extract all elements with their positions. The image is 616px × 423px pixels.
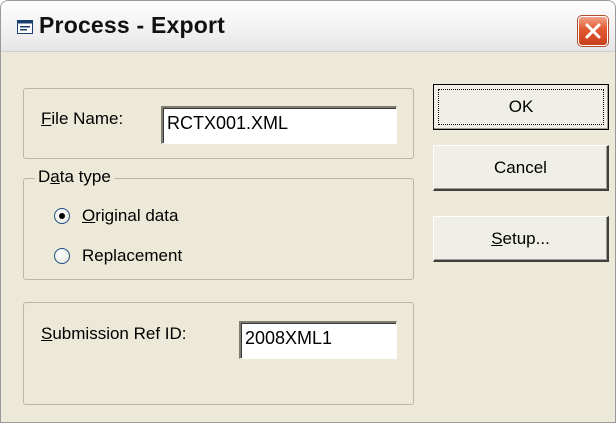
submission-ref-label: Submission Ref ID: — [41, 324, 187, 343]
window-title: Process - Export — [39, 12, 225, 38]
file-name-input[interactable]: RCTX001.XML — [161, 106, 397, 144]
submission-ref-input[interactable]: 2008XML1 — [239, 321, 397, 359]
close-button[interactable] — [578, 16, 608, 46]
original-data-label[interactable]: Original data — [82, 206, 178, 226]
replacement-radio[interactable] — [54, 248, 70, 264]
replacement-label[interactable]: Replacement — [82, 246, 182, 266]
process-export-dialog: Process - Export File Name: RCTX001.XML … — [0, 0, 616, 423]
title-bar[interactable]: Process - Export — [1, 1, 615, 52]
setup-button[interactable]: Setup... — [433, 216, 609, 262]
dialog-window-icon — [17, 20, 33, 34]
original-data-radio[interactable] — [54, 208, 70, 224]
ok-button[interactable]: OK — [433, 84, 609, 130]
cancel-button[interactable]: Cancel — [433, 145, 609, 191]
radio-selected-dot — [59, 213, 65, 219]
file-name-label: File Name: — [41, 109, 124, 128]
close-icon — [585, 23, 601, 39]
data-type-legend: Data type — [35, 167, 114, 187]
